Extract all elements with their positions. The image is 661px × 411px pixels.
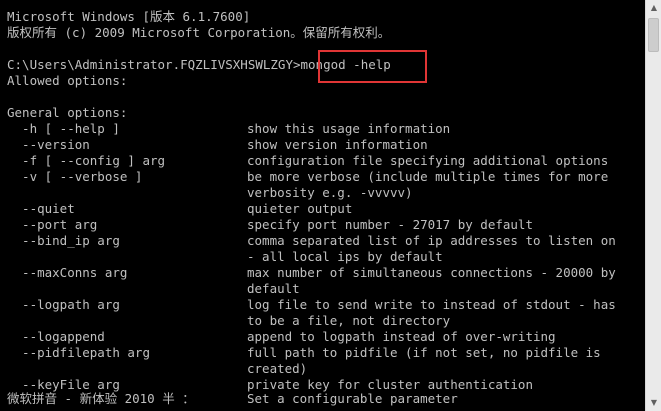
option-flag: --logpath arg (7, 297, 120, 312)
allowed-options-heading: Allowed options: (7, 73, 128, 88)
option-flag: --logappend (7, 329, 105, 344)
option-row: --maxConns arg max number of simultaneous… (7, 265, 645, 281)
option-flag: --version (7, 137, 90, 152)
option-description: log file to send write to instead of std… (247, 297, 616, 312)
option-description: configuration file specifying additional… (247, 153, 609, 168)
option-row: -v [ --verbose ] be more verbose (include… (7, 169, 645, 185)
option-row: --logpath arg log file to send write to i… (7, 297, 645, 313)
copyright-line: 版权所有 (c) 2009 Microsoft Corporation。保留所有… (7, 25, 391, 40)
console-lines: Microsoft Windows [版本 6.1.7600] 版权所有 (c)… (7, 9, 645, 393)
option-flag: -h [ --help ] (7, 121, 120, 136)
general-options-heading: General options: (7, 105, 128, 120)
console-output[interactable]: Microsoft Windows [版本 6.1.7600] 版权所有 (c)… (0, 0, 645, 411)
option-description: show version information (247, 137, 428, 152)
option-description: show this usage information (247, 121, 451, 136)
option-description: be more verbose (include multiple times … (247, 169, 609, 184)
option-description: Set a configurable parameter (247, 391, 458, 406)
header-line: Microsoft Windows [版本 6.1.7600] (7, 9, 251, 24)
option-row: -h [ --help ] show this usage information (7, 121, 645, 137)
option-row: -f [ --config ] arg configuration file sp… (7, 153, 645, 169)
option-row: --pidfilepath arg full path to pidfile (i… (7, 345, 645, 361)
option-flag: --bind_ip arg (7, 233, 120, 248)
option-description: created) (247, 361, 308, 376)
option-flag: --pidfilepath arg (7, 345, 150, 360)
option-description: verbosity e.g. -vvvvv) (247, 185, 413, 200)
option-flag: -v [ --verbose ] (7, 169, 143, 184)
option-flag: --maxConns arg (7, 265, 128, 280)
option-flag: --port arg (7, 217, 98, 232)
console-window: Microsoft Windows [版本 6.1.7600] 版权所有 (c)… (0, 0, 661, 411)
prompt-line: C:\Users\Administrator.FQZLIVSXHSWLZGY>m… (7, 57, 645, 73)
option-list: -h [ --help ] show this usage information… (7, 121, 645, 393)
option-description: full path to pidfile (if not set, no pid… (247, 345, 601, 360)
option-row: created) (7, 361, 645, 377)
option-row: --logappend append to logpath instead of … (7, 329, 645, 345)
option-row: verbosity e.g. -vvvvv) (7, 185, 645, 201)
option-description: comma separated list of ip addresses to … (247, 233, 616, 248)
option-row: to be a file, not directory (7, 313, 645, 329)
option-row: - all local ips by default (7, 249, 645, 265)
option-flag: --quiet (7, 201, 75, 216)
prompt-path: C:\Users\Administrator.FQZLIVSXHSWLZGY> (7, 57, 301, 72)
option-description: - all local ips by default (247, 249, 443, 264)
option-row: --version show version information (7, 137, 645, 153)
option-description: to be a file, not directory (247, 313, 451, 328)
scroll-up-arrow-icon[interactable]: ▲ (647, 0, 661, 16)
option-description: quieter output (247, 201, 353, 216)
option-row: default (7, 281, 645, 297)
option-description: append to logpath instead of over-writin… (247, 329, 556, 344)
option-row: --port arg specify port number - 27017 by… (7, 217, 645, 233)
ime-status-line: 微软拼音 - 新体验 2010 半 ： Set a configurable pa… (7, 391, 458, 407)
option-description: default (247, 281, 300, 296)
scroll-thumb[interactable] (648, 18, 659, 52)
option-description: max number of simultaneous connections -… (247, 265, 616, 280)
option-row: --bind_ip arg comma separated list of ip … (7, 233, 645, 249)
typed-command: mongod -help (300, 57, 391, 72)
option-row: --quiet quieter output (7, 201, 645, 217)
option-flag: -f [ --config ] arg (7, 153, 166, 168)
vertical-scrollbar[interactable]: ▲ ▼ (645, 0, 661, 411)
scroll-down-arrow-icon[interactable]: ▼ (647, 395, 661, 411)
option-description: specify port number - 27017 by default (247, 217, 533, 232)
ime-status: 微软拼音 - 新体验 2010 半 ： (7, 391, 195, 406)
